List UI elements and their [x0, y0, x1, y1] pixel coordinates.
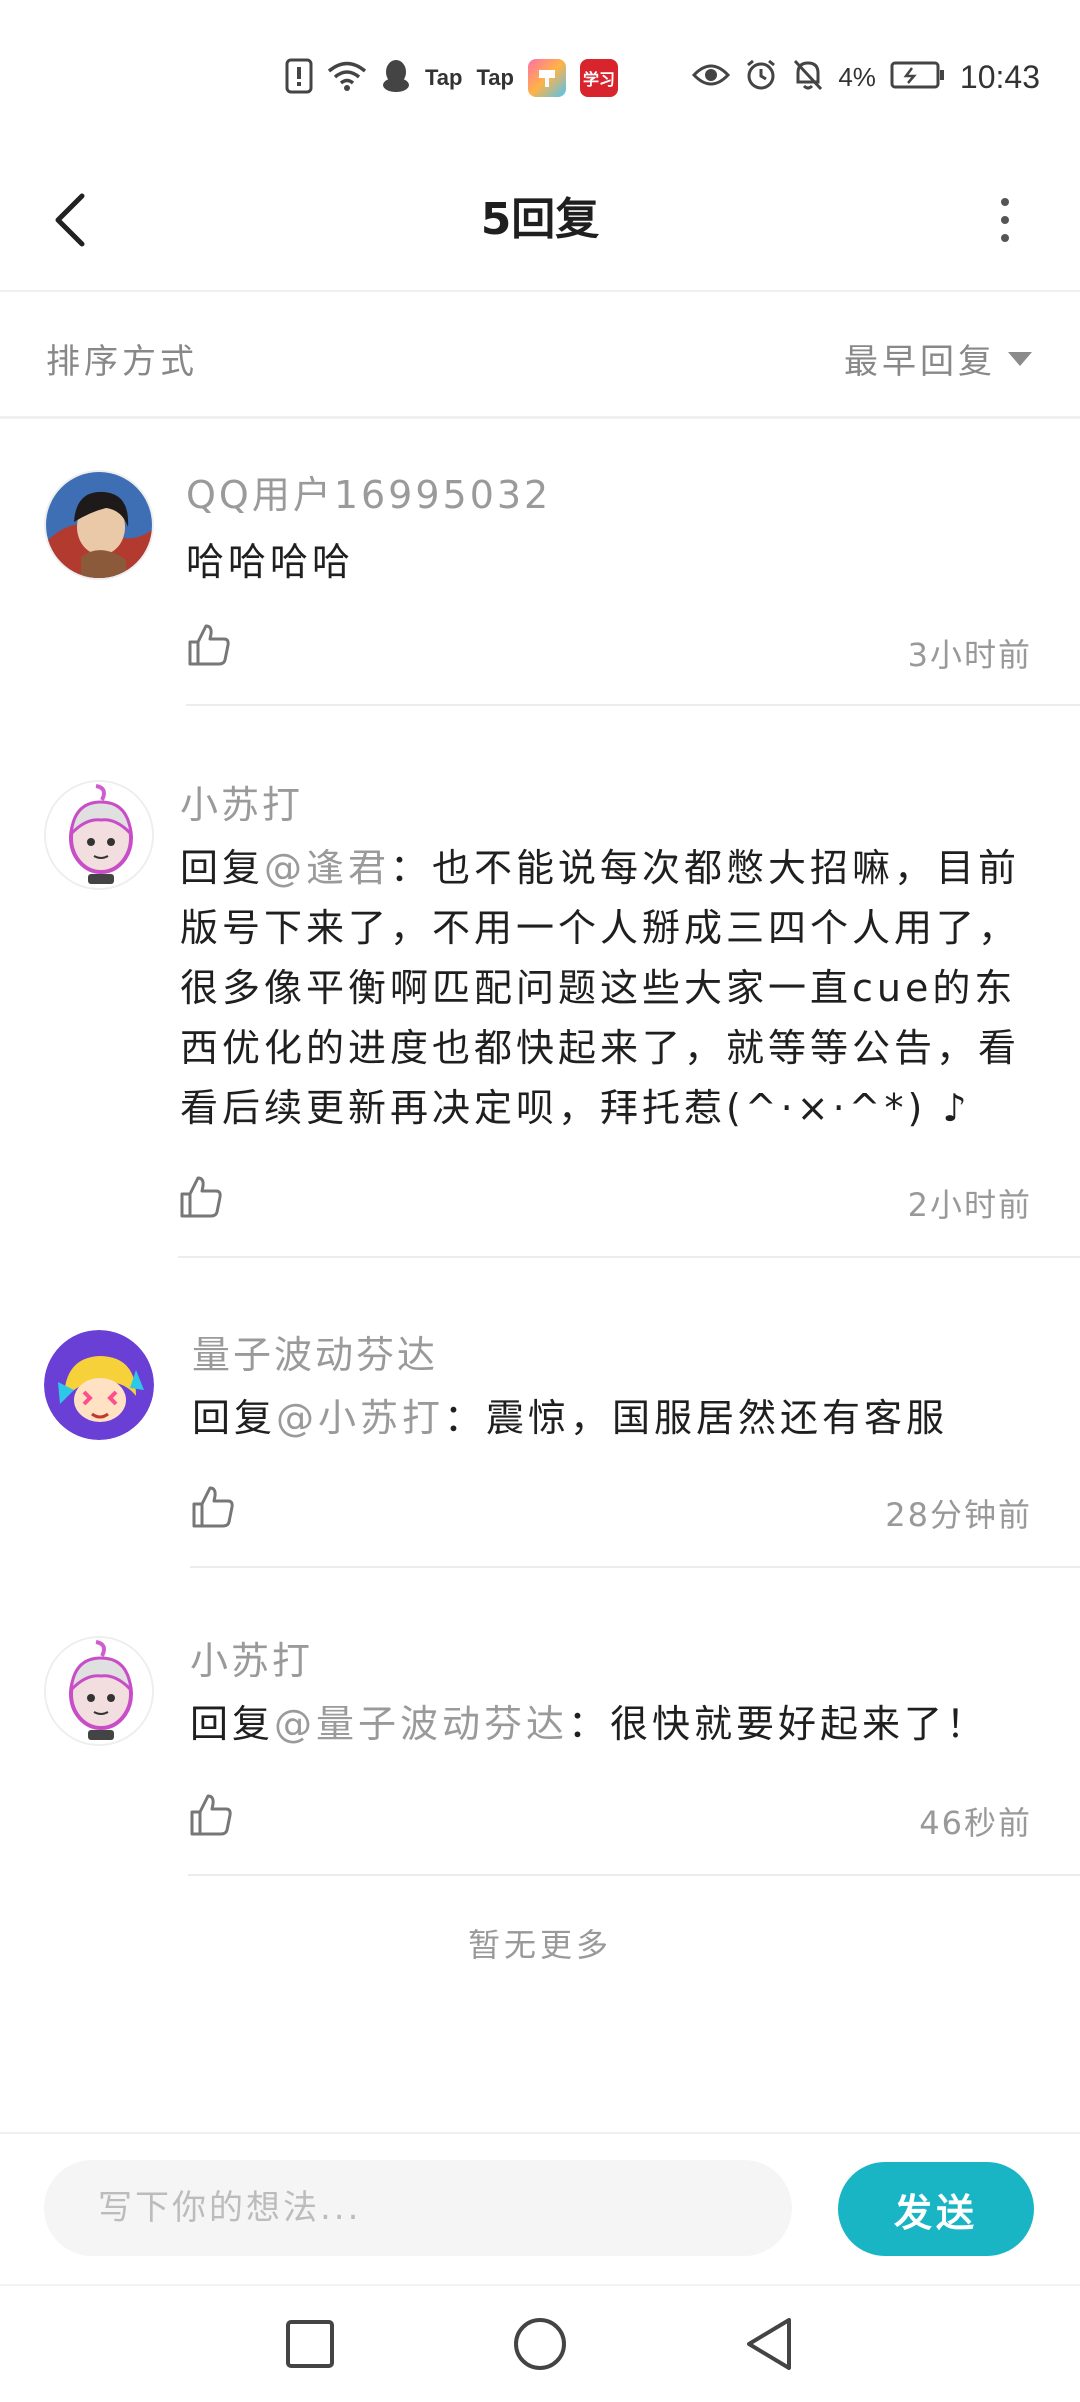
study-app-label: 学习: [582, 70, 615, 89]
comment-item: 量子波动芬达 回复@小苏打：震惊，国服居然还有客服 28分钟前: [0, 1262, 1080, 1570]
avatar-image: [44, 1330, 154, 1440]
avatar-image: [46, 1638, 152, 1744]
avatar[interactable]: [44, 470, 154, 580]
avatar[interactable]: [44, 1636, 154, 1746]
triangle-back-icon: [747, 2318, 791, 2370]
reply-prefix: 回复: [192, 1396, 277, 1440]
study-app-icon: 学习: [579, 59, 618, 97]
thumbs-up-icon: [192, 1486, 234, 1528]
thumbs-up-icon: [180, 1176, 222, 1218]
comment-text: 回复@量子波动芬达：很快就要好起来了！: [190, 1694, 1030, 1754]
circle-icon: [514, 2318, 566, 2370]
caret-down-icon: [1008, 351, 1032, 366]
page-title: 5回复: [480, 194, 600, 245]
comment-time: 28分钟前: [885, 1496, 1032, 1534]
thumbs-up-icon: [190, 1794, 232, 1836]
send-button[interactable]: 发送: [838, 2162, 1034, 2256]
comment-author[interactable]: 小苏打: [180, 774, 303, 829]
comment-author[interactable]: 量子波动芬达: [192, 1324, 438, 1379]
comment-text: 回复@小苏打：震惊，国服居然还有客服: [192, 1388, 1022, 1448]
sim-alert-icon: [285, 58, 313, 98]
status-system: 4% 10:43: [692, 58, 1040, 96]
taptap-label-2: Tap: [476, 65, 514, 90]
comment-content: ：很快就要好起来了！: [568, 1702, 989, 1746]
bell-muted-icon: [792, 58, 824, 96]
wifi-icon: [327, 60, 367, 96]
sort-dropdown[interactable]: 最早回复: [844, 334, 1032, 383]
mention-link[interactable]: @量子波动芬达: [274, 1702, 568, 1746]
comment-time: 46秒前: [919, 1804, 1032, 1842]
alarm-icon: [744, 58, 778, 96]
like-button[interactable]: [190, 1484, 244, 1538]
more-dot: [1001, 234, 1009, 242]
home-button[interactable]: [510, 2314, 570, 2374]
nav-back-button[interactable]: [740, 2314, 800, 2374]
battery-percent: 4%: [838, 61, 876, 92]
recents-button[interactable]: [280, 2314, 340, 2374]
more-vertical-icon: [1001, 198, 1009, 206]
reply-prefix: 回复: [180, 846, 265, 890]
divider: [188, 1874, 1080, 1876]
divider: [178, 1256, 1080, 1258]
reply-composer: 发送: [0, 2132, 1080, 2284]
mention-link[interactable]: @逢君: [264, 846, 390, 890]
status-bar: Tap Tap 学习 4% 10:43: [0, 0, 1080, 150]
avatar-image: [46, 782, 152, 888]
eye-icon: [692, 61, 731, 93]
like-button[interactable]: [178, 1174, 232, 1228]
taptap-label-1: Tap: [425, 65, 463, 90]
divider: [190, 1566, 1080, 1568]
square-icon: [286, 2320, 334, 2368]
avatar[interactable]: [44, 1330, 154, 1440]
comment-text: 回复@逢君：也不能说每次都憋大招嘛，目前版号下来了，不用一个人掰成三四个人用了，…: [180, 838, 1040, 1138]
divider: [186, 704, 1080, 706]
comment-content: 哈哈哈哈: [186, 540, 355, 584]
comment-text: 哈哈哈哈: [186, 532, 1026, 592]
comment-author[interactable]: 小苏打: [190, 1630, 313, 1685]
comment-item: 小苏打 回复@逢君：也不能说每次都憋大招嘛，目前版号下来了，不用一个人掰成三四个…: [0, 710, 1080, 1260]
battery-charging-icon: [890, 60, 946, 94]
sort-selected-value: 最早回复: [844, 342, 996, 382]
title-bar: 5回复: [0, 150, 1080, 292]
qq-penguin-icon: [381, 58, 411, 98]
clock: 10:43: [959, 58, 1040, 95]
status-notifications: Tap Tap 学习: [285, 58, 618, 98]
thumbs-up-icon: [188, 624, 230, 666]
no-more-text: 暂无更多: [467, 1926, 612, 1964]
comment-time: 2小时前: [907, 1186, 1032, 1224]
sort-bar: 排序方式 最早回复: [0, 292, 1080, 419]
paint-app-icon: [527, 59, 566, 97]
mention-link[interactable]: @小苏打: [276, 1396, 444, 1440]
like-button[interactable]: [186, 622, 240, 676]
avatar[interactable]: [44, 780, 154, 890]
more-dot: [1001, 216, 1009, 224]
like-button[interactable]: [188, 1792, 242, 1846]
comment-item: QQ用户16995032 哈哈哈哈 3小时前: [0, 420, 1080, 710]
comment-time: 3小时前: [907, 636, 1032, 674]
comment-item: 小苏打 回复@量子波动芬达：很快就要好起来了！ 46秒前: [0, 1570, 1080, 1880]
sort-label: 排序方式: [46, 342, 198, 382]
reply-input[interactable]: [44, 2160, 792, 2256]
comment-author[interactable]: QQ用户16995032: [186, 464, 551, 519]
avatar-image: [46, 472, 152, 578]
more-options-button[interactable]: [970, 185, 1040, 255]
comment-content: ：震惊，国服居然还有客服: [444, 1396, 949, 1440]
reply-prefix: 回复: [190, 1702, 275, 1746]
system-nav-bar: [0, 2284, 1080, 2402]
